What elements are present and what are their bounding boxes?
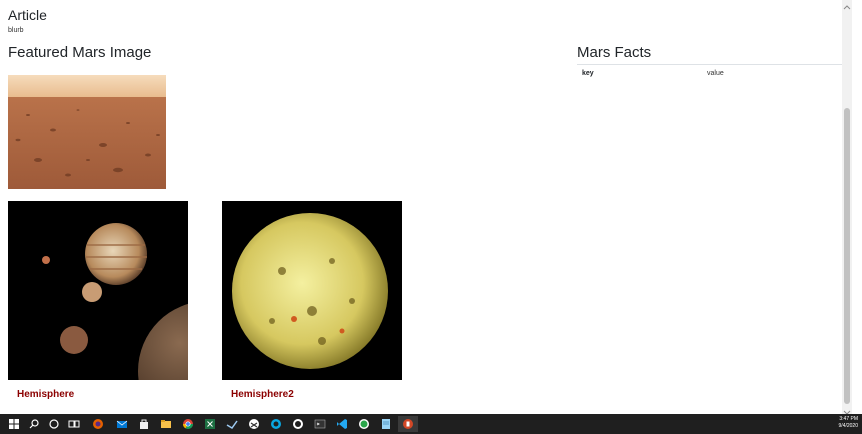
spotify-icon[interactable] [356,416,372,432]
article-blurb: blurb [8,27,24,34]
browser-page: Article blurb Featured Mars Image Mars F… [0,0,852,414]
task-view-icon[interactable] [66,416,82,432]
hemisphere-image[interactable] [222,201,402,380]
scrollbar-thumb[interactable] [844,108,850,404]
clock-time: 3:47 PM [839,416,858,422]
mars-facts-table: key value [577,64,848,82]
featured-image-title: Featured Mars Image [8,44,152,61]
facts-key-header: key [577,64,702,82]
mail-icon[interactable] [114,416,130,432]
terminal-icon[interactable] [312,416,328,432]
clock-date: 9/4/2020 [838,423,858,429]
firefox-icon[interactable] [90,416,106,432]
excel-icon[interactable] [202,416,218,432]
edge-icon[interactable] [246,416,262,432]
hemisphere-card: Hemisphere2 [222,201,402,400]
featured-mars-image[interactable] [8,75,166,189]
vscode-icon[interactable] [334,416,350,432]
notepad-icon[interactable] [378,416,394,432]
taskbar: 3:47 PM 9/4/2020 [0,414,862,434]
mars-facts-title: Mars Facts [577,44,652,61]
search-icon[interactable] [26,416,42,432]
hemisphere-image[interactable] [8,201,188,380]
table-row: key value [577,64,848,82]
xbox-icon[interactable] [268,416,284,432]
powerpoint-icon[interactable] [398,416,418,432]
article-title: Article [8,7,47,23]
system-clock[interactable]: 3:47 PM 9/4/2020 [839,416,858,430]
store-icon[interactable] [136,416,152,432]
hemisphere-link[interactable]: Hemisphere2 [222,389,402,400]
chrome-icon[interactable] [180,416,196,432]
scroll-up-icon[interactable] [842,0,852,10]
vertical-scrollbar[interactable] [842,0,852,414]
facts-value-header: value [702,64,848,82]
github-icon[interactable] [290,416,306,432]
file-explorer-icon[interactable] [158,416,174,432]
hemisphere-card: Hemisphere [8,201,188,400]
steam-icon[interactable] [224,416,240,432]
scroll-down-icon[interactable] [842,404,852,414]
hemisphere-link[interactable]: Hemisphere [8,389,188,400]
windows-start-icon[interactable] [6,416,22,432]
cortana-icon[interactable] [46,416,62,432]
